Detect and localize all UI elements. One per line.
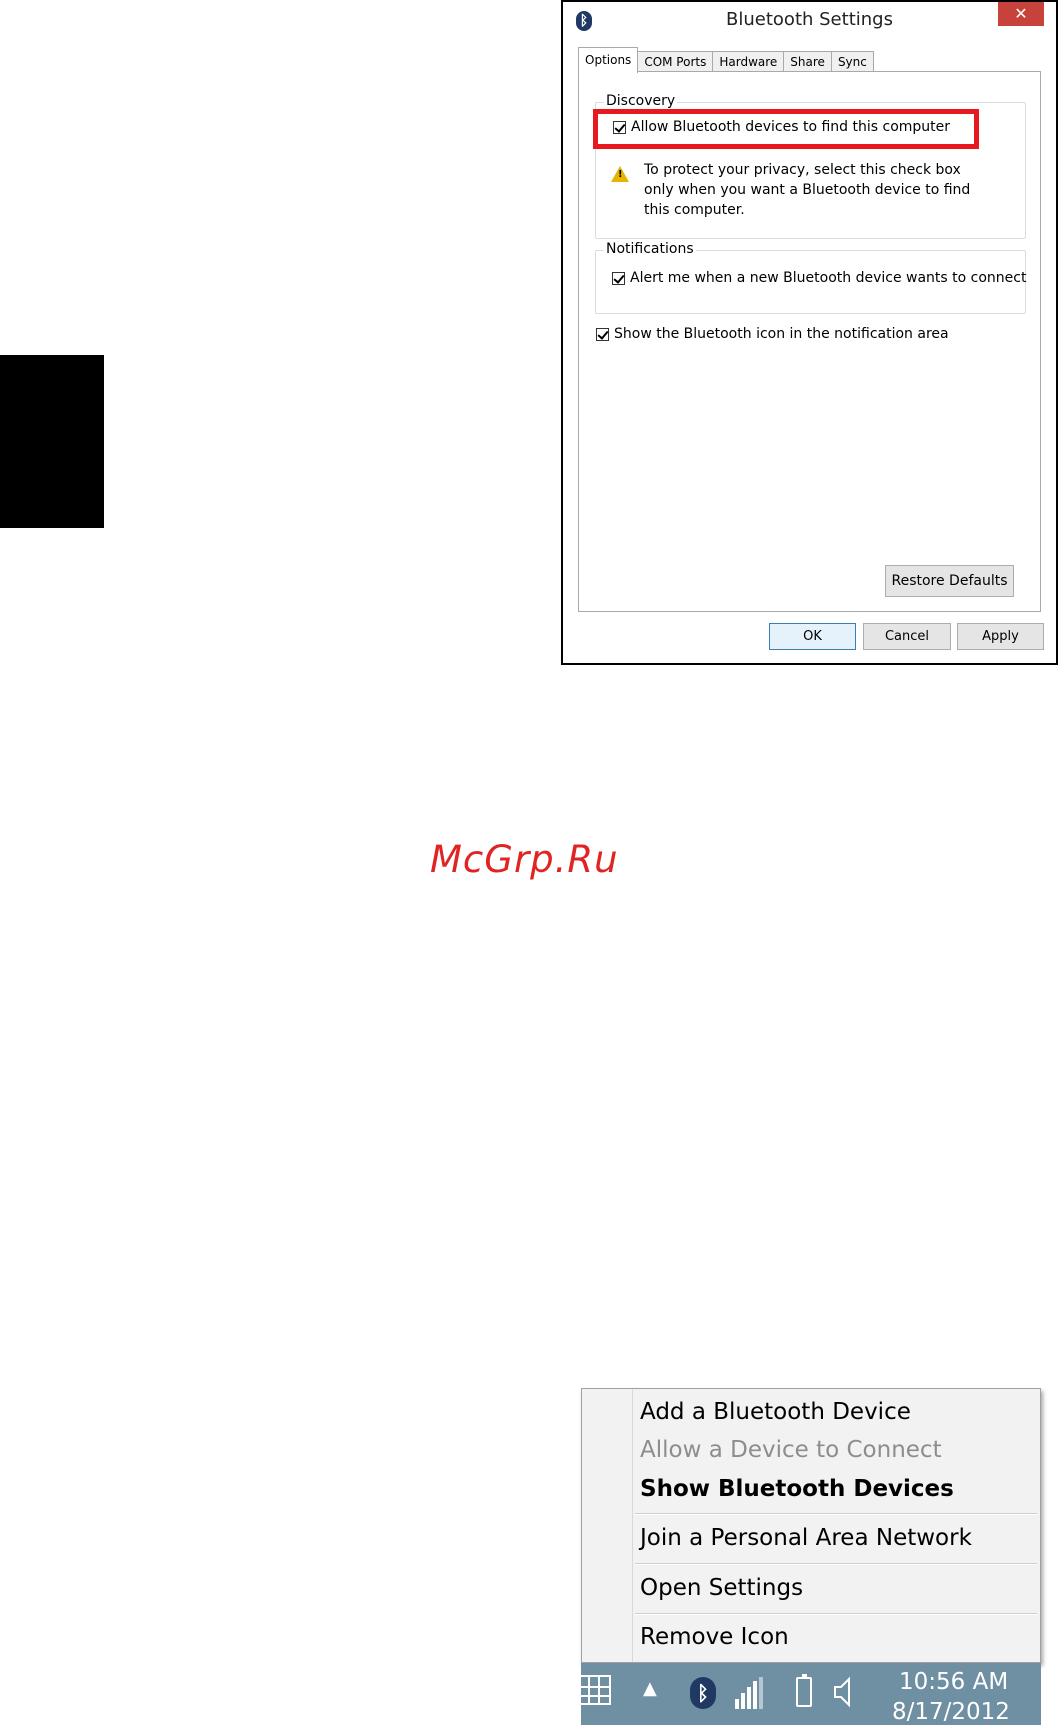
menu-item-open-settings[interactable]: Open Settings: [640, 1575, 803, 1601]
menu-item-remove-icon[interactable]: Remove Icon: [640, 1624, 789, 1650]
bluetooth-context-menu: Add a Bluetooth Device Allow a Device to…: [581, 1388, 1041, 1663]
show-icon-checkbox[interactable]: [596, 327, 609, 341]
ok-button[interactable]: OK: [769, 623, 856, 650]
menu-separator: [635, 1613, 1037, 1615]
cancel-button[interactable]: Cancel: [863, 623, 951, 650]
menu-item-add-device[interactable]: Add a Bluetooth Device: [640, 1399, 911, 1425]
tab-sync[interactable]: Sync: [830, 51, 874, 73]
battery-icon[interactable]: [796, 1674, 812, 1707]
menu-item-join-pan[interactable]: Join a Personal Area Network: [640, 1525, 972, 1551]
tab-hardware[interactable]: Hardware: [712, 51, 785, 73]
highlight-box: [593, 109, 979, 149]
notifications-group: Notifications Alert me when a new Blueto…: [595, 241, 1026, 314]
taskbar-tray: ▲ ᛒ 10:56 AM 8/17/2012: [581, 1663, 1041, 1725]
options-panel: Discovery Allow Bluetooth devices to fin…: [578, 71, 1041, 612]
show-icon-checkbox-row[interactable]: Show the Bluetooth icon in the notificat…: [596, 326, 949, 342]
menu-separator: [635, 1563, 1037, 1565]
chevron-up-icon[interactable]: ▲: [643, 1678, 657, 1699]
menu-icon-gutter: [632, 1389, 633, 1662]
alert-checkbox-row[interactable]: Alert me when a new Bluetooth device wan…: [612, 270, 1026, 286]
apply-button[interactable]: Apply: [957, 623, 1044, 650]
menu-separator: [635, 1513, 1037, 1515]
warning-icon: !: [611, 166, 629, 182]
watermark-text: McGrp.Ru: [430, 838, 619, 881]
discovery-group-title: Discovery: [604, 93, 678, 109]
tab-com-ports[interactable]: COM Ports: [637, 51, 714, 73]
alert-label: Alert me when a new Bluetooth device wan…: [630, 270, 1027, 286]
dialog-title: Bluetooth Settings: [726, 9, 893, 30]
tab-strip: Options COM Ports Hardware Share Sync: [578, 47, 874, 73]
show-icon-label: Show the Bluetooth icon in the notificat…: [614, 326, 949, 342]
close-button[interactable]: ✕: [998, 2, 1044, 26]
restore-defaults-button[interactable]: Restore Defaults: [885, 565, 1014, 597]
tab-share[interactable]: Share: [783, 51, 832, 73]
black-side-tab: [0, 355, 104, 528]
title-bar[interactable]: ᛒ Bluetooth Settings ✕: [563, 2, 1056, 38]
speaker-icon[interactable]: [834, 1676, 854, 1708]
signal-icon[interactable]: [735, 1677, 765, 1709]
bluetooth-icon[interactable]: ᛒ: [690, 1677, 716, 1709]
clock-time[interactable]: 10:56 AM: [899, 1669, 1008, 1695]
alert-checkbox[interactable]: [612, 271, 625, 285]
bluetooth-settings-dialog: ᛒ Bluetooth Settings ✕ Options COM Ports…: [561, 0, 1058, 665]
keyboard-icon[interactable]: [581, 1675, 611, 1705]
notifications-group-title: Notifications: [604, 241, 696, 257]
privacy-warning-text: To protect your privacy, select this che…: [644, 162, 971, 218]
clock-date[interactable]: 8/17/2012: [892, 1699, 1010, 1725]
tab-options[interactable]: Options: [578, 47, 639, 73]
menu-item-allow-connect: Allow a Device to Connect: [640, 1437, 942, 1463]
menu-item-show-devices[interactable]: Show Bluetooth Devices: [640, 1476, 954, 1502]
